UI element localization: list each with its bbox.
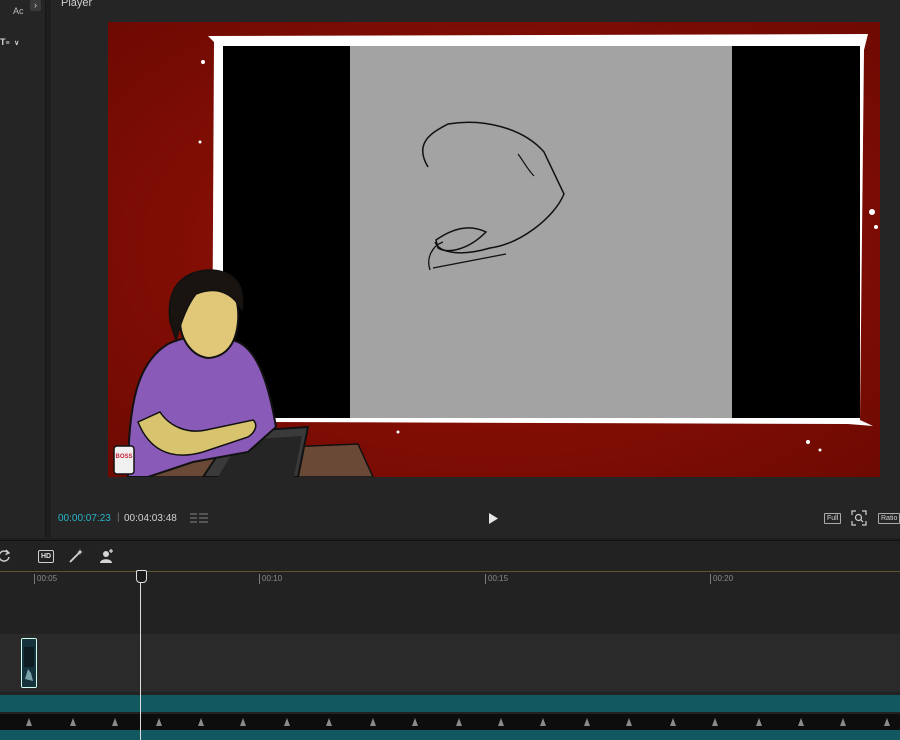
clip-thumbnail [22, 639, 36, 687]
ratio-button[interactable]: Ratio [878, 513, 900, 524]
ruler-tick: 00:15 [485, 574, 508, 584]
left-panel: Ac › T≡ ∨ [0, 0, 46, 538]
player-panel: Player BOSS 00:00:07:23 | 00:04:03:48 Fu… [51, 0, 900, 538]
refresh-icon[interactable] [0, 548, 12, 564]
panel-title: Player [61, 0, 93, 9]
tab-a[interactable]: Ac [13, 6, 24, 16]
chevron-right-icon: › [34, 0, 37, 10]
video-track[interactable] [0, 634, 900, 692]
filter-dropdown[interactable]: T≡ ∨ [0, 37, 19, 47]
audio-track[interactable] [0, 695, 900, 712]
waveform [26, 718, 890, 726]
person-add-icon[interactable] [99, 548, 115, 564]
video-clip[interactable] [21, 638, 37, 688]
expand-panel-button[interactable]: › [30, 0, 41, 11]
timecode-separator: | [117, 512, 120, 523]
ruler-tick: 00:20 [710, 574, 733, 584]
video-preview[interactable]: BOSS [108, 22, 880, 477]
waveform-track[interactable] [0, 714, 900, 730]
ruler-tick: 00:05 [34, 574, 57, 584]
timeline-toolbar: HD [0, 541, 900, 571]
playhead-handle[interactable] [136, 570, 147, 583]
hd-icon[interactable]: HD [38, 550, 54, 563]
list-icon[interactable] [190, 512, 208, 524]
zoom-fit-icon[interactable] [851, 510, 867, 526]
left-tabs: Ac › [0, 0, 45, 20]
ruler-tick: 00:10 [259, 574, 282, 584]
playhead-line[interactable] [140, 577, 141, 740]
mug-text: BOSS [115, 454, 133, 460]
video-frame [108, 22, 880, 477]
player-controls: 00:00:07:23 | 00:04:03:48 Full Ratio [51, 505, 900, 533]
timeline-ruler[interactable]: 00:05 00:10 00:15 00:20 [0, 571, 900, 590]
full-button[interactable]: Full [824, 513, 842, 524]
magic-wand-icon[interactable] [68, 548, 84, 564]
total-timecode: 00:04:03:48 [124, 513, 177, 524]
chevron-down-icon: ∨ [14, 40, 20, 47]
play-icon[interactable] [487, 512, 499, 525]
timeline-panel: HD 00:05 00:10 00:15 00:20 [0, 540, 900, 740]
current-timecode: 00:00:07:23 [58, 513, 111, 524]
